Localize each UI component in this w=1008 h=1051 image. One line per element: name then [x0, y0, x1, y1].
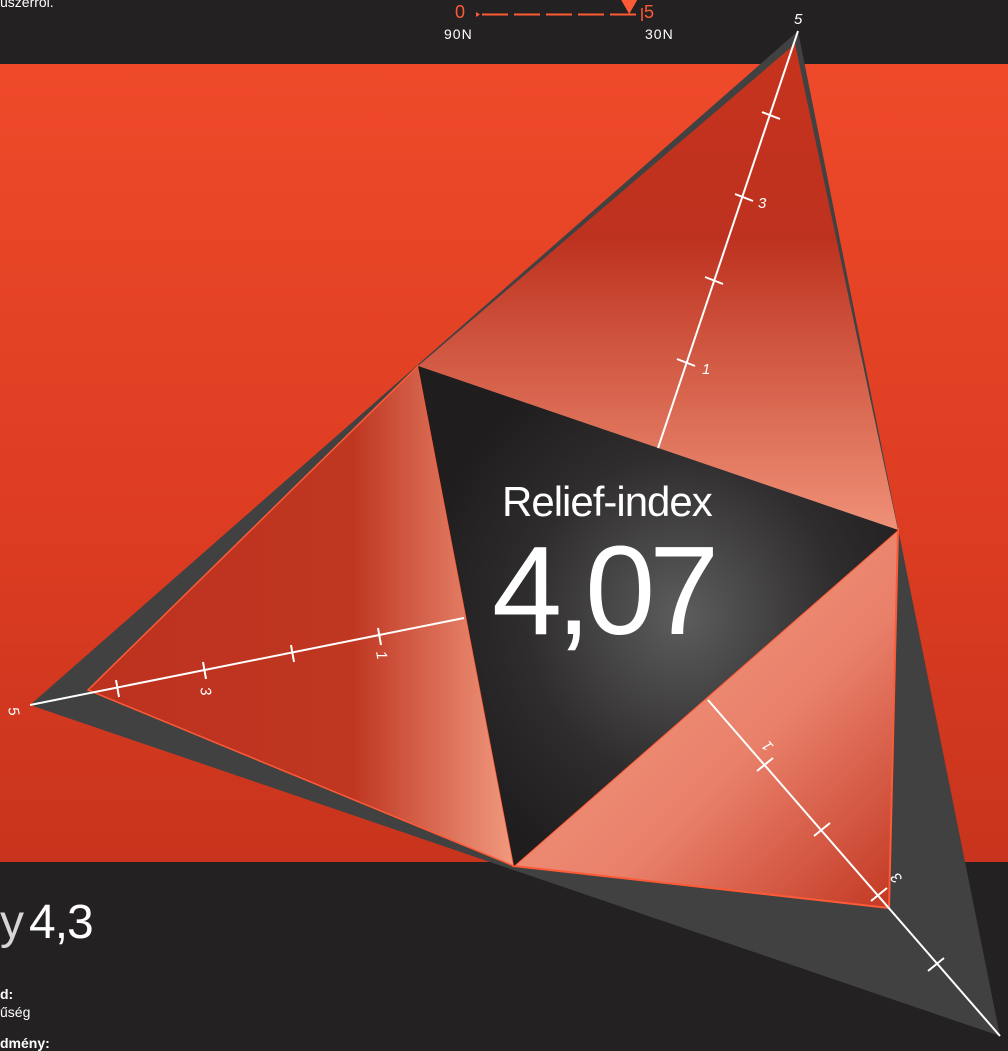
bottom-text-1: űség [0, 1004, 31, 1020]
scale-marker [621, 0, 638, 14]
axis-label-left-max: 5 [4, 706, 22, 718]
bottom-value: y 4,3 [0, 895, 94, 950]
bottom-label-2: dmény: [0, 1035, 50, 1051]
axis-label-top-mid: 3 [758, 195, 767, 212]
bottom-value-number: 4,3 [29, 896, 94, 949]
bottom-label-1: d: [0, 986, 14, 1002]
axis-label-top-max: 5 [794, 11, 803, 28]
relief-index-value: 4,07 [492, 520, 719, 661]
axis-label-top-low: 1 [702, 361, 710, 378]
scale-bar [476, 0, 643, 21]
diagram-title: Relief-index [502, 478, 713, 525]
scale-start-arrow [476, 12, 480, 17]
bottom-value-prefix: y [0, 896, 24, 949]
